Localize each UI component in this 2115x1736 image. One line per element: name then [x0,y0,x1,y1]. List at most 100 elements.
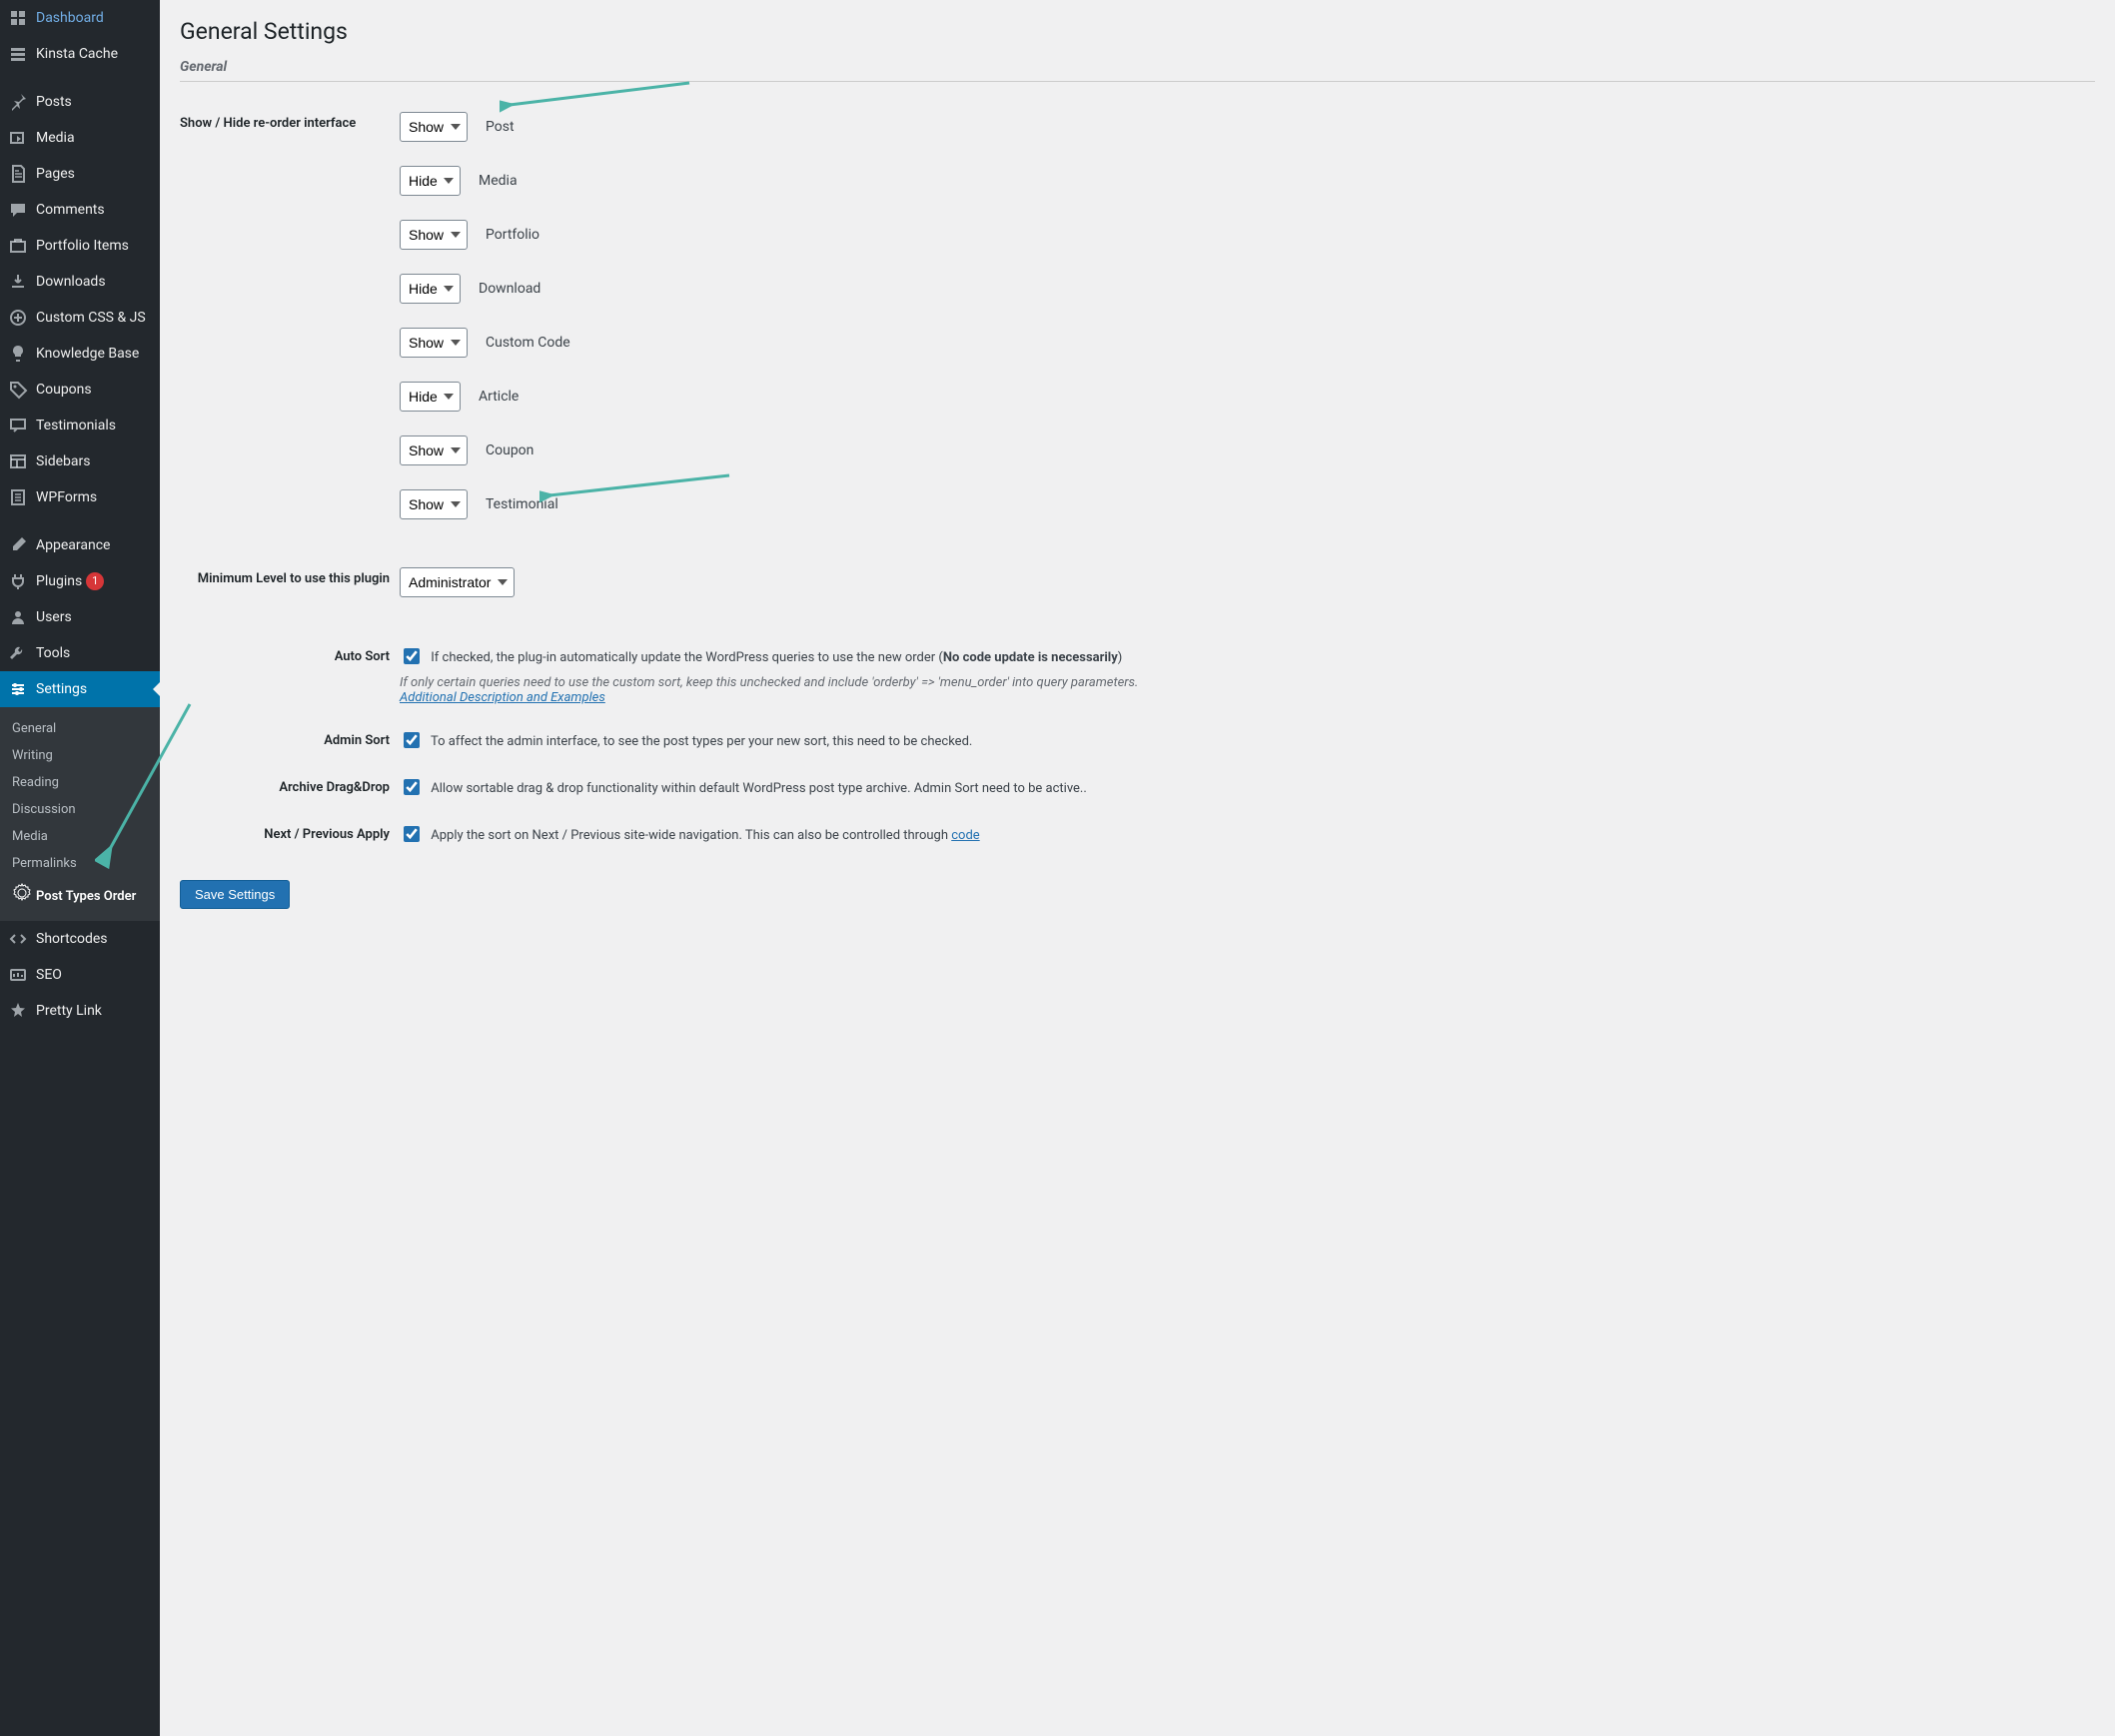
sidebar-item-comments[interactable]: Comments [0,192,160,228]
sidebar-item-label: Appearance [36,536,110,554]
submenu-item-permalinks[interactable]: Permalinks [0,850,160,877]
submenu-item-writing[interactable]: Writing [0,742,160,769]
admin-sort-row: To affect the admin interface, to see th… [400,734,972,749]
section-heading: General [180,59,2095,82]
sidebar-item-shortcodes[interactable]: Shortcodes [0,921,160,957]
show-hide-select-download[interactable]: Hide [400,274,461,304]
star-icon [8,1001,28,1021]
sidebar-item-pages[interactable]: Pages [0,156,160,192]
submenu-item-general[interactable]: General [0,715,160,742]
show-hide-select-post[interactable]: Show [400,112,468,142]
sidebar-item-custom-css[interactable]: Custom CSS & JS [0,300,160,336]
sidebar-item-label: Posts [36,93,72,111]
sidebar-item-media[interactable]: Media [0,120,160,156]
sidebar-item-prettylink[interactable]: Pretty Link [0,993,160,1029]
sidebar-item-wpforms[interactable]: WPForms [0,479,160,515]
show-hide-select-coupon[interactable]: Show [400,435,468,465]
sidebar-item-tools[interactable]: Tools [0,635,160,671]
sidebar-item-label: Users [36,608,72,626]
sidebar-item-portfolio[interactable]: Portfolio Items [0,228,160,264]
archive-row: Allow sortable drag & drop functionality… [400,781,1087,796]
comment-icon [8,200,28,220]
testimonial-icon [8,416,28,435]
sidebar-item-downloads[interactable]: Downloads [0,264,160,300]
post-type-row-media: Hide Media [400,166,2085,196]
admin-sidebar: Dashboard Kinsta Cache Posts Media Pages Com… [0,0,160,1736]
sidebar-item-testimonials[interactable]: Testimonials [0,408,160,443]
submenu-item-label: General [12,721,56,736]
show-hide-select-article[interactable]: Hide [400,382,461,412]
admin-sort-checkbox[interactable] [404,732,420,748]
media-icon [8,128,28,148]
post-type-label: Article [479,389,519,405]
wpforms-icon [8,487,28,507]
settings-submenu: General Writing Reading Discussion Media Perm… [0,707,160,921]
submenu-item-label: Media [12,829,48,844]
submenu-item-media[interactable]: Media [0,823,160,850]
auto-sort-desc: If only certain queries need to use the … [400,675,1138,690]
show-hide-select-portfolio[interactable]: Show [400,220,468,250]
show-hide-select-testimonial[interactable]: Show [400,489,468,519]
post-type-label: Download [479,281,540,297]
sidebar-item-seo[interactable]: SEO [0,957,160,993]
next-prev-row: Apply the sort on Next / Previous site-w… [400,828,980,843]
post-type-row-testimonial: ShowTestimonial [400,489,2085,519]
show-hide-select-custom code[interactable]: Show [400,328,468,358]
submenu-item-post-types-order[interactable]: Post Types Order [0,877,160,913]
save-settings-button[interactable]: Save Settings [180,880,290,909]
sidebar-item-label: Coupons [36,381,92,399]
sidebar-item-label: Comments [36,201,105,219]
portfolio-icon [8,236,28,256]
plug-icon [8,571,28,591]
archive-checkbox[interactable] [404,779,420,795]
sidebar-item-sidebars[interactable]: Sidebars [0,443,160,479]
sidebar-item-label: Custom CSS & JS [36,309,146,327]
post-type-row-article: Hide Article [400,382,2085,412]
admin-sort-text: To affect the admin interface, to see th… [431,734,972,749]
gear-icon [12,892,32,907]
post-type-label: Media [479,173,518,189]
sidebar-item-knowledge[interactable]: Knowledge Base [0,336,160,372]
auto-sort-link[interactable]: Additional Description and Examples [400,690,605,705]
submenu-item-reading[interactable]: Reading [0,769,160,796]
next-prev-link[interactable]: code [951,828,979,843]
submenu-item-label: Reading [12,775,59,790]
post-type-label: Portfolio [486,227,539,243]
submenu-item-label: Post Types Order [36,889,136,904]
kinsta-icon [8,44,28,64]
auto-sort-checkbox[interactable] [404,648,420,664]
post-type-row-download: Hide Download [400,274,2085,304]
sidebar-item-coupons[interactable]: Coupons [0,372,160,408]
sidebar-item-label: Pretty Link [36,1002,102,1020]
sidebar-item-kinsta[interactable]: Kinsta Cache [0,36,160,72]
archive-label: Archive Drag&Drop [180,764,400,811]
user-icon [8,607,28,627]
sidebar-item-plugins[interactable]: Plugins1 [0,563,160,599]
sidebar-item-label: Shortcodes [36,930,108,948]
min-level-select[interactable]: Administrator [400,567,515,597]
sidebar-item-settings[interactable]: Settings [0,671,160,707]
sidebar-item-label: Knowledge Base [36,345,139,363]
show-hide-select-media[interactable]: Hide [400,166,461,196]
post-type-row-post: ShowPost [400,112,2085,142]
next-prev-label: Next / Previous Apply [180,811,400,858]
next-prev-checkbox[interactable] [404,826,420,842]
plus-circle-icon [8,308,28,328]
page-title: General Settings [180,18,2095,45]
sidebar-item-users[interactable]: Users [0,599,160,635]
submenu-item-discussion[interactable]: Discussion [0,796,160,823]
sidebar-item-label: Media [36,129,75,147]
sidebar-item-label: Downloads [36,273,106,291]
sidebar-item-dashboard[interactable]: Dashboard [0,0,160,36]
sidebar-item-posts[interactable]: Posts [0,84,160,120]
dashboard-icon [8,8,28,28]
sidebar-item-label: Kinsta Cache [36,45,118,63]
brush-icon [8,535,28,555]
sidebar-item-label: Tools [36,644,70,662]
sidebar-item-appearance[interactable]: Appearance [0,527,160,563]
auto-sort-row: If checked, the plug-in automatically up… [400,650,1122,665]
auto-sort-text-post: ) [1118,650,1123,665]
sidebar-item-label: Dashboard [36,9,104,27]
post-type-row-portfolio: Show Portfolio [400,220,2085,250]
seo-icon [8,965,28,985]
